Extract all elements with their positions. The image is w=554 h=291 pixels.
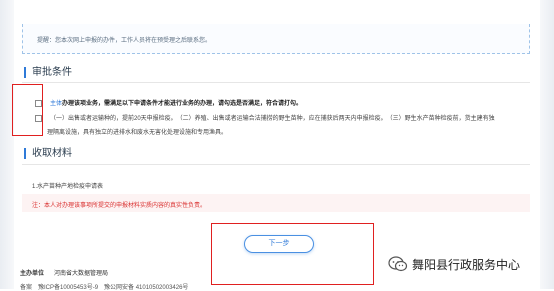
approval-conditions-title: 审批条件: [24, 67, 72, 78]
notice-box: 提醒：您本次网上申报的办件，工作人员将在预受理之后联系您。: [22, 24, 530, 54]
footer-icp: 备案 豫ICP备10005453号-9 豫公网安备 41010502003426…: [20, 285, 189, 291]
highlight-frame-checkboxes: [12, 84, 43, 136]
footer-sponsor: 主办单位 河南省大数据管理局: [20, 268, 108, 277]
approval-divider: [22, 82, 530, 83]
condition-2-text-line2: 理隔离设施，具有独立的进排水和废水无害化处理设施和专用渔具。: [47, 130, 228, 136]
condition-row-1: 主体办理该项业务，需满足以下申请条件才能进行业务的办理，请勾选是否满足，符合请打…: [35, 98, 302, 107]
notice-text: 提醒：您本次网上申报的办件，工作人员将在预受理之后联系您。: [37, 38, 212, 44]
footer-sponsor-value: 河南省大数据管理局: [54, 271, 109, 277]
condition-1-prefix: 主体: [50, 101, 63, 107]
footer-sponsor-label: 主办单位: [20, 271, 45, 277]
page-right-gutter: [540, 0, 554, 289]
condition-row-2: （一）出售或者运输种的，提前20天申报检疫。 （二）养殖、出售或者运输合法捕捞的…: [35, 113, 495, 122]
warning-text: 注：本人对办理该事项所提交的申报材料实质内容的真实性负责。: [32, 203, 207, 209]
condition-1-text: 办理该项业务，需满足以下申请条件才能进行业务的办理，请勾选是否满足，符合请打勾。: [62, 101, 303, 107]
warning-bar: 注：本人对办理该事项所提交的申报材料实质内容的真实性负责。: [22, 194, 530, 212]
highlight-frame-next: [211, 223, 374, 285]
page-left-gutter: [0, 0, 14, 289]
material-item: 1.水产苗种产地检疫申请表: [32, 184, 104, 190]
next-step-button[interactable]: 下一步: [244, 235, 314, 253]
materials-divider: [22, 164, 530, 165]
watermark-text: 舞阳县行政服务中心: [412, 257, 521, 272]
wechat-icon: [388, 256, 408, 272]
materials-title: 收取材料: [24, 148, 72, 159]
condition-2-text-line1: （一）出售或者运输种的，提前20天申报检疫。 （二）养殖、出售或者运输合法捕捞的…: [50, 116, 495, 122]
watermark: 舞阳县行政服务中心: [388, 253, 520, 275]
